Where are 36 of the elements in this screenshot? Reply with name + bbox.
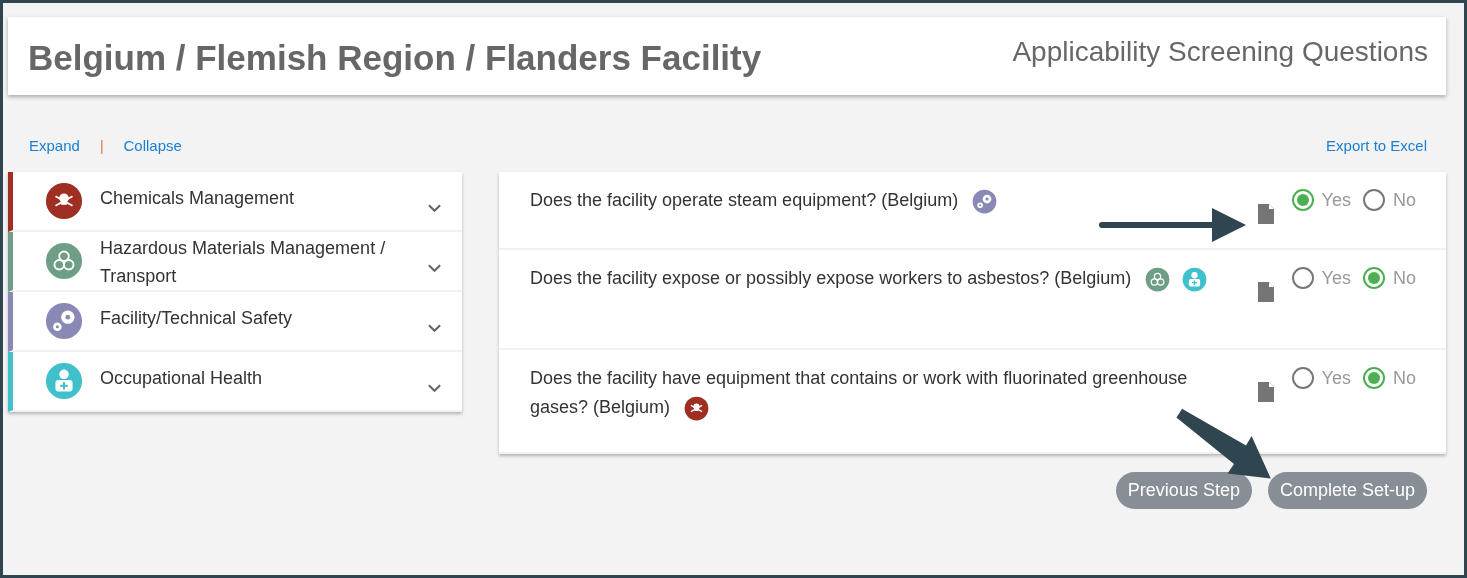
category-label: Chemicals Management: [100, 187, 296, 210]
question-text: Does the facility expose or possibly expose workers to asbestos? (Belgium): [530, 268, 1132, 288]
document-icon[interactable]: [1257, 382, 1274, 402]
category-item[interactable]: Chemicals Management: [8, 172, 462, 232]
category-item[interactable]: Facility/Technical Safety: [8, 292, 462, 352]
chevron-icon[interactable]: [427, 203, 442, 213]
biohazard-icon: [45, 242, 83, 280]
gears-icon: [45, 302, 83, 340]
radio-option[interactable]: Yes: [1291, 264, 1351, 292]
document-icon[interactable]: [1257, 204, 1274, 224]
chemical-icon: [45, 182, 83, 220]
export-excel-link[interactable]: Export to Excel: [1326, 137, 1427, 154]
radio-option[interactable]: Yes: [1291, 364, 1351, 392]
health-icon: [45, 362, 83, 400]
document-icon[interactable]: [1257, 282, 1274, 302]
question-text: Does the facility operate steam equipment? (Belgium): [530, 190, 959, 210]
radio-option[interactable]: Yes: [1291, 186, 1351, 214]
category-label: Hazardous Materials Management / Transport: [100, 237, 387, 288]
radio-option[interactable]: No: [1363, 364, 1416, 392]
page-subtitle: Applicability Screening Questions: [1012, 36, 1428, 68]
question-text: Does the facility have equipment that contains or work with fluorinated greenhouse gases? (Belgium): [530, 368, 1188, 417]
previous-step-button[interactable]: Previous Step: [1115, 472, 1252, 509]
collapse-link[interactable]: Collapse: [123, 137, 182, 154]
category-item[interactable]: Occupational Health: [8, 352, 462, 412]
expand-link[interactable]: Expand: [29, 137, 80, 154]
chevron-icon[interactable]: [427, 263, 442, 273]
chevron-icon[interactable]: [427, 383, 442, 393]
category-label: Occupational Health: [100, 367, 264, 390]
category-item[interactable]: Hazardous Materials Management / Transport: [8, 232, 462, 292]
link-separator: |: [99, 137, 104, 154]
chevron-icon[interactable]: [427, 323, 442, 333]
category-label: Facility/Technical Safety: [100, 307, 294, 330]
page-title: Belgium / Flemish Region / Flanders Facility: [28, 38, 762, 78]
complete-setup-button[interactable]: Complete Set-up: [1267, 472, 1427, 509]
radio-option[interactable]: No: [1363, 186, 1416, 214]
radio-option[interactable]: No: [1363, 264, 1416, 292]
